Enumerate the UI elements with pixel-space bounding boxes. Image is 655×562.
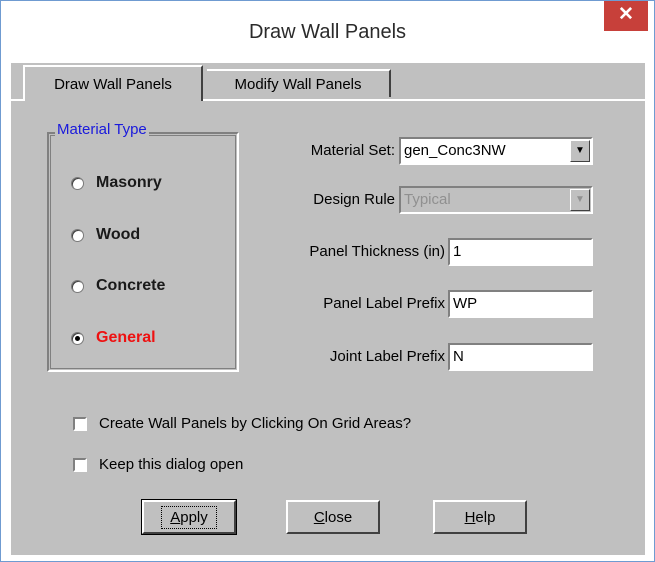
radio-masonry[interactable]: Masonry — [71, 174, 162, 192]
help-button[interactable]: Help — [433, 500, 527, 534]
design-rule-label: Design Rule — [313, 191, 395, 208]
dialog-body: Draw Wall Panels Modify Wall Panels Mate… — [11, 63, 645, 555]
panel-label-prefix-label: Panel Label Prefix — [323, 295, 445, 312]
help-label: elp — [475, 508, 496, 526]
close-icon: ✕ — [618, 4, 634, 25]
radio-button[interactable] — [71, 176, 84, 190]
chevron-down-icon: ▼ — [570, 189, 590, 211]
design-rule-value: Typical — [404, 191, 451, 208]
close-mnemonic: C — [313, 508, 325, 526]
window-title: Draw Wall Panels — [248, 21, 407, 43]
tab-label: Modify Wall Panels — [234, 75, 362, 93]
grid-click-option[interactable]: Create Wall Panels by Clicking On Grid A… — [73, 415, 411, 432]
panel-thickness-field[interactable]: 1 — [448, 238, 593, 266]
radio-label-masonry: Masonry — [96, 174, 162, 191]
close-label: lose — [324, 508, 353, 526]
radio-button-selected[interactable] — [71, 331, 84, 345]
joint-label-prefix-field[interactable]: N — [448, 343, 593, 371]
grid-click-label: Create Wall Panels by Clicking On Grid A… — [99, 415, 412, 432]
dialog-window: Draw Wall Panels ✕ Draw Wall Panels Modi… — [0, 0, 655, 562]
help-mnemonic: H — [464, 508, 476, 526]
radio-label-concrete: Concrete — [96, 277, 166, 294]
apply-label: pply — [180, 508, 208, 526]
radio-button[interactable] — [71, 279, 84, 293]
radio-button[interactable] — [71, 228, 84, 242]
apply-mnemonic: A — [170, 508, 181, 526]
material-set-value: gen_Conc3NW — [404, 142, 506, 159]
tab-modify-wall-panels[interactable]: Modify Wall Panels — [207, 69, 391, 97]
radio-label-wood: Wood — [96, 226, 141, 243]
keep-open-option[interactable]: Keep this dialog open — [73, 456, 243, 473]
radio-label-general: General — [96, 329, 156, 346]
radio-general[interactable]: General — [71, 329, 156, 347]
panel-thickness-label: Panel Thickness (in) — [309, 243, 445, 260]
panel-label-prefix-field[interactable]: WP — [448, 290, 593, 318]
radio-concrete[interactable]: Concrete — [71, 277, 165, 295]
apply-button[interactable]: Apply — [141, 499, 237, 535]
material-type-title: Material Type — [55, 121, 149, 138]
title-bar: Draw Wall Panels ✕ — [1, 1, 654, 63]
tab-draw-wall-panels[interactable]: Draw Wall Panels — [23, 65, 203, 101]
close-button[interactable]: Close — [286, 500, 380, 534]
material-set-dropdown[interactable]: gen_Conc3NW ▼ — [399, 137, 593, 165]
radio-wood[interactable]: Wood — [71, 226, 140, 244]
grid-click-checkbox[interactable] — [73, 416, 87, 431]
chevron-down-icon[interactable]: ▼ — [570, 140, 590, 162]
close-window-button[interactable]: ✕ — [604, 1, 648, 31]
keep-open-checkbox[interactable] — [73, 457, 87, 472]
tab-label: Draw Wall Panels — [54, 75, 172, 93]
design-rule-dropdown: Typical ▼ — [399, 186, 593, 214]
joint-label-prefix-label: Joint Label Prefix — [329, 348, 445, 365]
keep-open-label: Keep this dialog open — [99, 456, 244, 473]
material-set-label: Material Set: — [310, 142, 395, 159]
